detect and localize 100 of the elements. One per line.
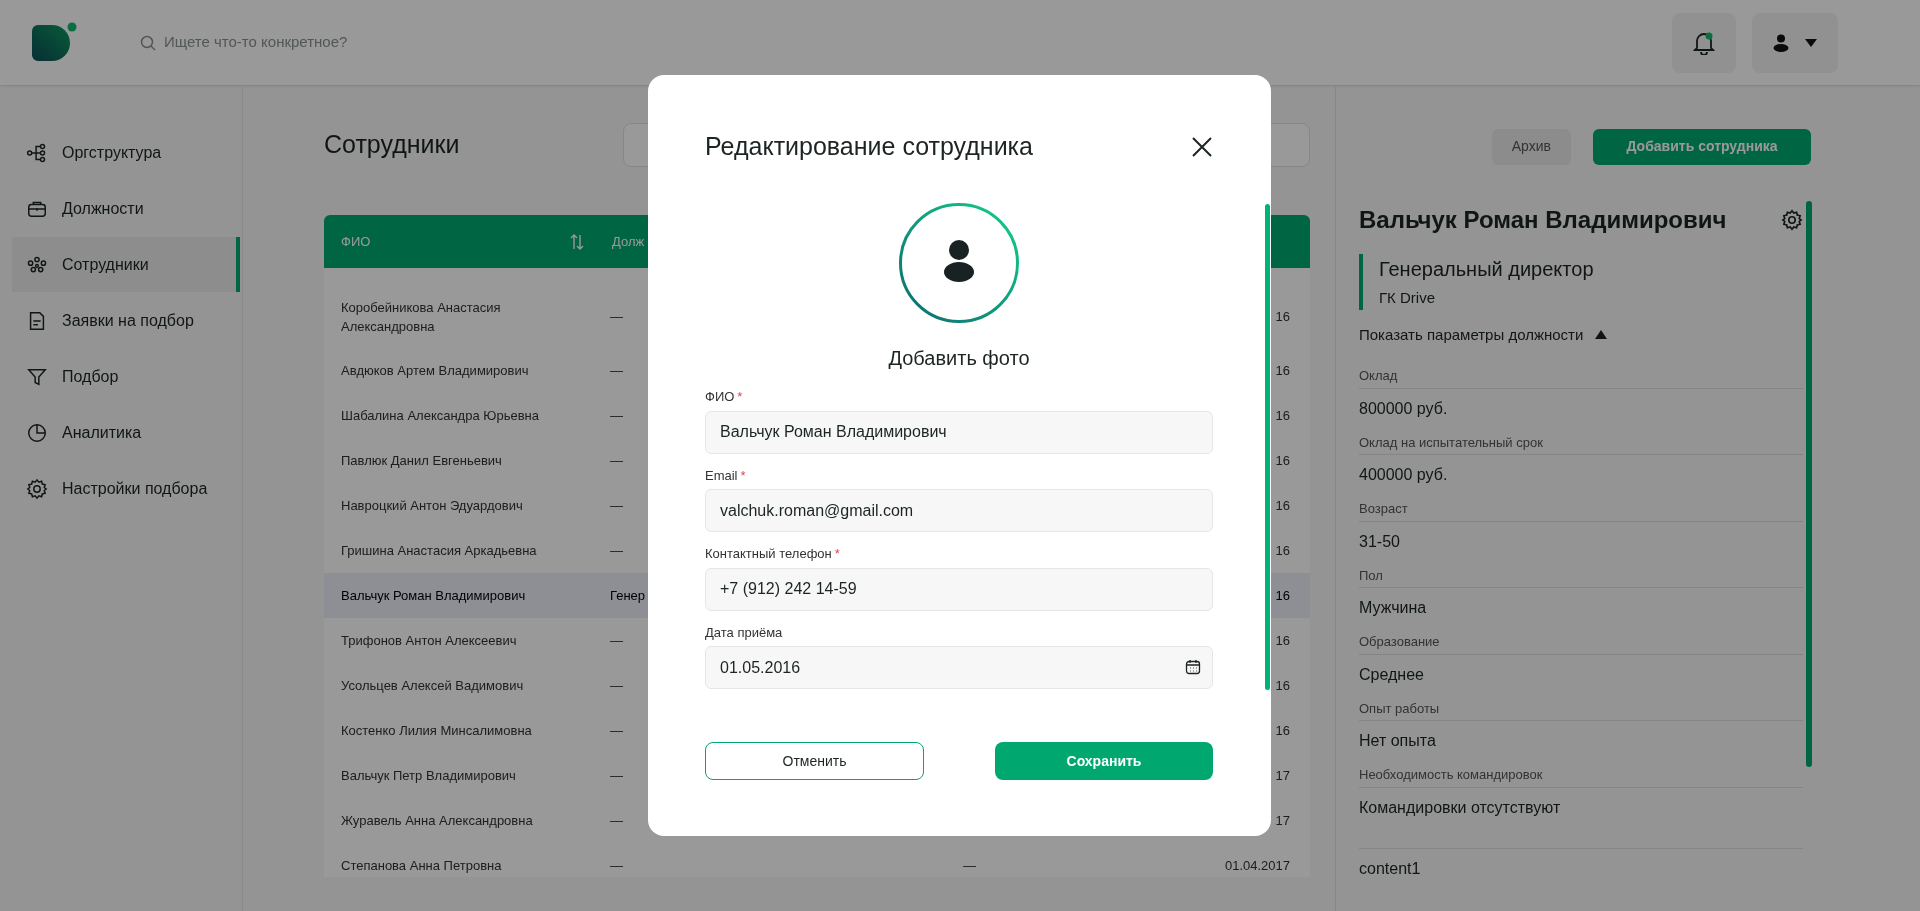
field-label: ФИО [705, 388, 735, 406]
table-cell-text: — [610, 361, 623, 380]
parameter-value: 400000 руб. [1359, 465, 1449, 485]
table-cell-text: 01.04.2017 [1224, 856, 1290, 875]
parameter-value: Среднее [1359, 664, 1425, 685]
input-field[interactable]: Вальчук Роман Владимирович [705, 410, 1213, 454]
parameter-label: Образование [1359, 620, 1803, 655]
parameter-label: Необходимость командировок [1359, 753, 1803, 788]
table-cell-text: 16 [1275, 406, 1290, 425]
search-field[interactable]: Ищете что-то конкретное? [164, 31, 564, 54]
table-cell-text: — [610, 541, 623, 560]
table-cell-text: 16 [1275, 631, 1290, 650]
page-title: Сотрудники [324, 129, 461, 161]
table-cell-text: — [610, 766, 623, 785]
scrollbar[interactable] [1265, 204, 1270, 690]
parameter-value: 31-50 [1359, 531, 1401, 552]
table-cell-text: — [963, 856, 976, 875]
cancel-button[interactable]: Отменить [705, 742, 924, 780]
input-field[interactable]: valchuk.roman@gmail.com [705, 489, 1213, 532]
table-cell-text: Костенко Лилия Минсалимовна [341, 721, 533, 740]
table-cell-text: — [610, 451, 623, 470]
table-cell-text: — [610, 676, 623, 695]
table-cell-text: Журавель Анна Александровна [341, 811, 534, 830]
table-cell-text: Гришина Анастасия Аркадьевна [341, 541, 538, 560]
required-mark: * [740, 466, 746, 485]
notifications-button[interactable] [1672, 12, 1736, 73]
sidebar-item[interactable]: Подбор [12, 349, 240, 404]
calendar-icon[interactable] [1185, 659, 1201, 675]
save-button[interactable]: Сохранить [995, 742, 1213, 780]
table-cell-text: Павлюк Данил Евгеньевич [341, 451, 503, 470]
table-cell-text: Усольцев Алексей Вадимович [341, 676, 525, 695]
sidebar-item[interactable]: Должности [12, 181, 240, 236]
parameter-value: Мужчина [1359, 598, 1428, 618]
parameter-label: Оклад на испытательный срок [1359, 420, 1803, 455]
table-cell-text: 16 [1275, 721, 1290, 740]
table-cell-text: — [610, 811, 623, 830]
required-mark: * [737, 388, 743, 406]
parameter-value: 800000 руб. [1359, 398, 1449, 419]
table-cell-text: 16 [1275, 676, 1290, 695]
sidebar-item[interactable]: Аналитика [12, 405, 240, 460]
search-icon [140, 34, 156, 51]
table-cell-text: — [610, 406, 623, 425]
table-cell-text: Навроцкий Антон Эдуардович [341, 496, 524, 515]
table-cell-text: 16 [1275, 541, 1290, 560]
required-mark: * [834, 545, 840, 563]
parameter-value: content1 [1359, 858, 1422, 879]
company-name: ГК Drive [1379, 288, 1437, 308]
table-cell-text: 16 [1275, 451, 1290, 470]
position-title: Генеральный директор [1379, 257, 1595, 282]
dialog-title: Редактирование сотрудника [705, 131, 1033, 163]
settings-icon[interactable] [1781, 209, 1803, 231]
table-cell-text: 16 [1275, 361, 1290, 380]
table-cell-text: Вальчук Петр Владимирович [341, 766, 517, 785]
org-chart-icon [26, 141, 48, 164]
table-cell-text: 16 [1275, 308, 1290, 327]
table-cell-text: Степанова Анна Петровна [341, 856, 503, 875]
scrollbar[interactable] [1806, 201, 1812, 767]
parameter-value: Нет опыта [1359, 731, 1437, 751]
parameter-label: Пол [1359, 553, 1803, 588]
table-cell-text: Генер [610, 586, 646, 605]
user-icon [1773, 33, 1789, 52]
field-label: Email [705, 466, 738, 485]
parameter-value: Командировки отсутствуют [1359, 797, 1562, 818]
employee-name: Вальчук Роман Владимирович [1359, 205, 1727, 235]
parameter-label: Оклад [1359, 354, 1803, 389]
show-parameters-toggle[interactable]: Показать параметры должности [1359, 323, 1608, 346]
profile-button[interactable] [1752, 12, 1838, 73]
table-cell-text: — [610, 721, 623, 740]
table-cell-text: — [610, 631, 623, 650]
date-field[interactable]: 01.05.2016 [705, 646, 1213, 689]
add-photo-link[interactable]: Добавить фото [888, 343, 1030, 373]
table-cell-text: 16 [1275, 586, 1290, 605]
table-cell-text: Вальчук Роман Владимирович [341, 586, 527, 605]
table-cell-text: Авдюков Артем Владимирович [341, 361, 530, 380]
bell-icon [1693, 30, 1715, 55]
close-icon[interactable] [1191, 136, 1213, 158]
table-cell-text: 16 [1275, 496, 1290, 515]
pie-chart-icon [26, 421, 48, 444]
parameter-label: Возраст [1359, 487, 1803, 522]
field-label: Дата приёма [705, 623, 783, 642]
sidebar-item[interactable]: Оргструктура [12, 125, 240, 180]
input-field[interactable]: +7 (912) 242 14-59 [705, 567, 1213, 611]
archive-button[interactable]: Архив [1491, 128, 1571, 165]
table-cell-text: Шабалина Александра Юрьевна [341, 406, 540, 425]
table-cell-text: 17 [1275, 766, 1290, 785]
sort-icon[interactable] [570, 233, 584, 250]
parameter-label: Опыт работы [1359, 686, 1803, 721]
table-cell-text: 17 [1275, 811, 1290, 830]
table-cell-text: — [610, 856, 623, 875]
table-cell-text: Трифонов Антон Алексеевич [341, 631, 518, 650]
settings-icon [26, 477, 48, 500]
avatar-placeholder[interactable] [899, 203, 1019, 323]
field-label: Контактный телефон [705, 545, 832, 563]
sidebar-item[interactable]: Сотрудники [12, 237, 240, 292]
sidebar-item[interactable]: Заявки на подбор [12, 293, 240, 348]
table-cell-text: — [610, 496, 623, 515]
table-cell-text: Коробейникова Анастасия Александровна [341, 298, 502, 336]
sidebar-item[interactable]: Настройки подбора [12, 461, 240, 516]
caret-icon [1805, 38, 1817, 47]
table-cell-text: — [610, 308, 623, 327]
